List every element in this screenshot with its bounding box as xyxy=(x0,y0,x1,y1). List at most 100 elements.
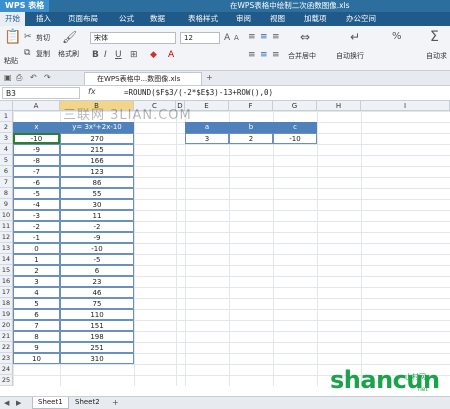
active-cell[interactable] xyxy=(13,133,60,144)
row-header[interactable]: 17 xyxy=(0,287,13,298)
cut-icon[interactable]: ✂ xyxy=(24,32,32,42)
shrink-font-icon[interactable]: A xyxy=(234,33,239,43)
paste-label[interactable]: 粘贴 xyxy=(4,56,18,66)
border-icon[interactable]: ⊞ xyxy=(130,50,138,60)
cell-y[interactable]: -10 xyxy=(60,243,134,254)
save-icon[interactable]: ▣ xyxy=(4,73,12,83)
row-header[interactable]: 24 xyxy=(0,364,13,375)
cell-y[interactable]: -5 xyxy=(60,254,134,265)
col-header-h[interactable]: H xyxy=(317,101,361,111)
sheet-tab-1[interactable]: Sheet1 xyxy=(32,397,69,409)
row-header[interactable]: 14 xyxy=(0,254,13,265)
row-header[interactable]: 23 xyxy=(0,353,13,364)
menu-addins[interactable]: 加载项 xyxy=(304,12,327,26)
param-value[interactable]: 3 xyxy=(185,133,229,144)
cell-x[interactable]: -7 xyxy=(13,166,60,177)
wrap-text-label[interactable]: 自动换行 xyxy=(336,51,364,61)
undo-icon[interactable]: ↶ xyxy=(30,73,37,83)
menu-review[interactable]: 审阅 xyxy=(236,12,251,26)
document-tab[interactable]: 在WPS表格中...数图像.xls xyxy=(84,72,202,85)
cell-y[interactable]: -9 xyxy=(60,232,134,243)
cell-y[interactable]: 123 xyxy=(60,166,134,177)
row-header[interactable]: 11 xyxy=(0,221,13,232)
align-middle-icon[interactable]: ≡ xyxy=(260,32,268,42)
cut-label[interactable]: 剪切 xyxy=(36,33,50,43)
col-header-i[interactable]: I xyxy=(361,101,450,111)
format-painter-icon[interactable]: 🖌 xyxy=(62,31,77,43)
row-header[interactable]: 16 xyxy=(0,276,13,287)
cell-y[interactable]: 198 xyxy=(60,331,134,342)
cell-y[interactable]: 251 xyxy=(60,342,134,353)
autosum-label[interactable]: 自动求 xyxy=(426,51,447,61)
font-color-icon[interactable]: A xyxy=(168,50,174,60)
cell-x[interactable]: 5 xyxy=(13,298,60,309)
menu-insert[interactable]: 插入 xyxy=(36,12,51,26)
cell-y[interactable]: -2 xyxy=(60,221,134,232)
percent-icon[interactable]: % xyxy=(392,32,402,42)
cell-y[interactable]: 6 xyxy=(60,265,134,276)
cell-x[interactable]: -4 xyxy=(13,199,60,210)
redo-icon[interactable]: ↷ xyxy=(44,73,51,83)
cell-x[interactable]: 10 xyxy=(13,353,60,364)
menu-formula[interactable]: 公式 xyxy=(119,12,134,26)
row-header[interactable]: 25 xyxy=(0,375,13,386)
menu-office-space[interactable]: 办公空间 xyxy=(346,12,376,26)
param-value[interactable]: 2 xyxy=(229,133,273,144)
cell-y[interactable]: 86 xyxy=(60,177,134,188)
row-header[interactable]: 4 xyxy=(0,144,13,155)
cell-x[interactable]: -5 xyxy=(13,188,60,199)
cell-y[interactable]: 270 xyxy=(60,133,134,144)
row-header[interactable]: 13 xyxy=(0,243,13,254)
row-header[interactable]: 7 xyxy=(0,177,13,188)
cell-y[interactable]: 23 xyxy=(60,276,134,287)
bold-icon[interactable]: B xyxy=(92,50,99,60)
cell-x[interactable]: -2 xyxy=(13,221,60,232)
row-header[interactable]: 12 xyxy=(0,232,13,243)
formula-input[interactable]: =ROUND($F$3/(-2*$E$3)-13+ROW(),0) xyxy=(124,87,273,99)
paste-icon[interactable]: 📋 xyxy=(4,30,21,44)
param-header[interactable]: c xyxy=(273,122,317,133)
cell-y[interactable]: 11 xyxy=(60,210,134,221)
cell-y[interactable]: 310 xyxy=(60,353,134,364)
underline-icon[interactable]: U xyxy=(115,50,122,60)
merge-center-icon[interactable]: ⇔ xyxy=(300,31,310,43)
autosum-icon[interactable]: Σ xyxy=(430,30,439,44)
format-painter-label[interactable]: 格式刷 xyxy=(58,49,79,59)
row-header[interactable]: 22 xyxy=(0,342,13,353)
row-header[interactable]: 2 xyxy=(0,122,13,133)
name-box[interactable]: B3 xyxy=(2,87,80,99)
row-header[interactable]: 8 xyxy=(0,188,13,199)
cell-x[interactable]: -1 xyxy=(13,232,60,243)
next-sheet-icon[interactable]: ▶ xyxy=(16,398,21,408)
cell-y[interactable]: 46 xyxy=(60,287,134,298)
align-left-icon[interactable]: ≡ xyxy=(248,50,256,60)
cell-x[interactable]: 4 xyxy=(13,287,60,298)
row-header[interactable]: 5 xyxy=(0,155,13,166)
menu-page-layout[interactable]: 页面布局 xyxy=(68,12,98,26)
cell-y[interactable]: 166 xyxy=(60,155,134,166)
row-header[interactable]: 19 xyxy=(0,309,13,320)
col-header-f[interactable]: F xyxy=(229,101,273,111)
header-y[interactable]: y= 3x²+2x-10 xyxy=(60,122,134,133)
row-header[interactable]: 15 xyxy=(0,265,13,276)
cell-x[interactable]: 2 xyxy=(13,265,60,276)
font-name-select[interactable]: 宋体 xyxy=(90,32,176,44)
cell-x[interactable]: 8 xyxy=(13,331,60,342)
cell-x[interactable]: -8 xyxy=(13,155,60,166)
menu-view[interactable]: 视图 xyxy=(270,12,285,26)
col-header-a[interactable]: A xyxy=(13,101,60,111)
align-right-icon[interactable]: ≡ xyxy=(272,50,280,60)
cell-y[interactable]: 75 xyxy=(60,298,134,309)
first-sheet-icon[interactable]: ◀ xyxy=(4,398,9,408)
cell-x[interactable]: -9 xyxy=(13,144,60,155)
align-bottom-icon[interactable]: ≡ xyxy=(272,32,280,42)
menu-table-style[interactable]: 表格样式 xyxy=(188,12,218,26)
menu-home[interactable]: 开始 xyxy=(0,12,25,26)
grow-font-icon[interactable]: A xyxy=(224,33,230,43)
cell-x[interactable]: 6 xyxy=(13,309,60,320)
row-header[interactable]: 20 xyxy=(0,320,13,331)
row-header[interactable]: 3 xyxy=(0,133,13,144)
cell-x[interactable]: 0 xyxy=(13,243,60,254)
cell-x[interactable]: 1 xyxy=(13,254,60,265)
header-x[interactable]: x xyxy=(13,122,60,133)
